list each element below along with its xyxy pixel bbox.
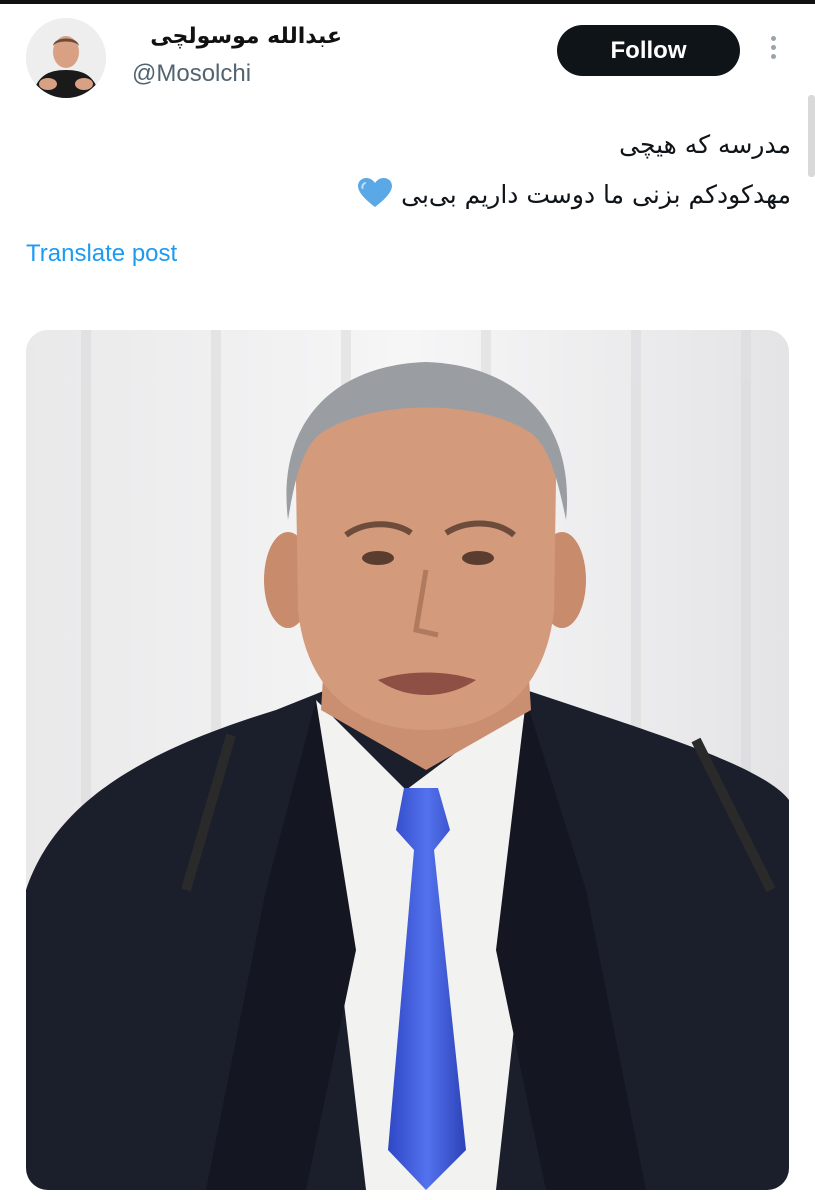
translate-post-link[interactable]: Translate post [26,240,177,268]
post-line-2: مهدکودکم بزنی ما دوست داریم بی‌بی [171,170,791,220]
blue-heart-emoji [357,178,393,209]
avatar[interactable] [26,18,106,98]
follow-button[interactable]: Follow [557,25,740,76]
post-text: مدرسه که هیچی مهدکودکم بزنی ما دوست داری… [171,120,791,220]
post-line-1: مدرسه که هیچی [619,130,791,159]
post-line-2-text: مهدکودکم بزنی ما دوست داریم بی‌بی [401,180,791,209]
more-vertical-icon[interactable] [764,36,782,66]
display-name[interactable]: عبدالله موسولچی [132,24,342,49]
avatar-image [26,18,106,98]
user-handle[interactable]: @Mosolchi [132,60,251,88]
top-border [0,0,815,4]
post-image[interactable] [26,330,789,1190]
scrollbar[interactable] [808,95,815,177]
portrait-photo [26,330,789,1190]
